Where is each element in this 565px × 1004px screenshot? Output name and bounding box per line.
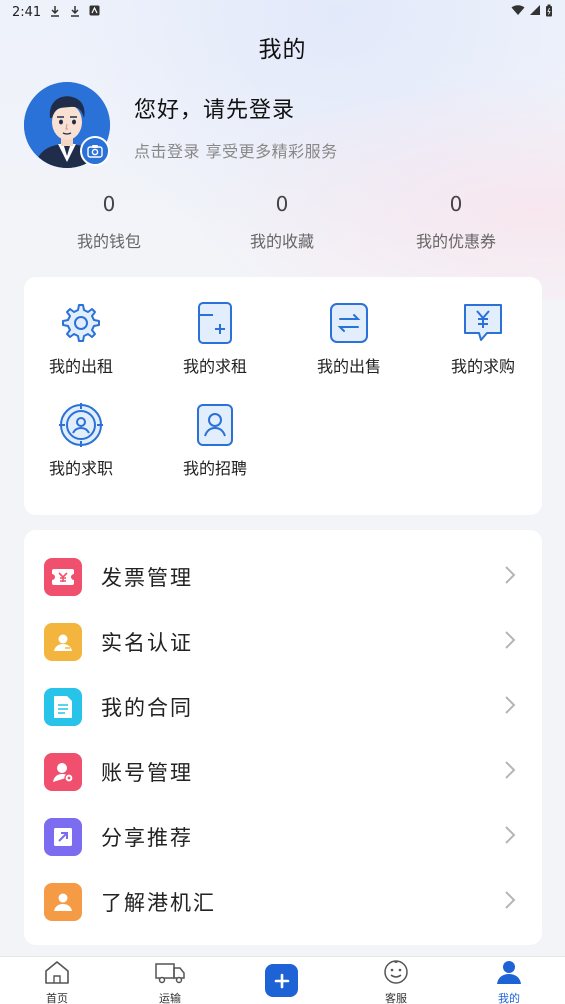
nav-transport[interactable]: 运输: [130, 959, 210, 1004]
camera-icon[interactable]: [80, 136, 110, 166]
menu-label: 我的合同: [101, 695, 193, 720]
contract-icon: [44, 687, 82, 726]
feature-sell[interactable]: 我的出售: [292, 299, 406, 377]
feature-label: 我的出租: [48, 357, 113, 376]
feature-rent-out[interactable]: 我的出租: [24, 299, 138, 377]
add-icon[interactable]: [265, 964, 298, 997]
user-icon: [469, 959, 549, 989]
wallet-stat[interactable]: 0 我的钱包: [44, 192, 174, 252]
feature-label: 我的求职: [48, 459, 113, 478]
stat-value: 0: [449, 192, 463, 216]
stat-label: 我的收藏: [249, 232, 314, 251]
menu-item-invoice[interactable]: 发票管理: [24, 544, 542, 609]
stat-value: 0: [275, 192, 289, 216]
login-subtitle[interactable]: 点击登录 享受更多精彩服务: [134, 138, 338, 162]
person-card-icon: [191, 401, 239, 449]
menu-label: 了解港机汇: [101, 890, 216, 915]
feature-grid-card: 我的出租 我的求租 我的出售 我的求购 我的求职 我的招聘: [24, 277, 542, 515]
feature-label: 我的求购: [450, 357, 515, 376]
nav-label: 我的: [498, 992, 520, 1004]
app-notification-icon: [89, 5, 100, 19]
favorites-stat[interactable]: 0 我的收藏: [217, 192, 347, 252]
menu-label: 分享推荐: [101, 825, 193, 850]
stat-value: 0: [102, 192, 116, 216]
nav-home[interactable]: 首页: [17, 959, 97, 1004]
feature-recruiting[interactable]: 我的招聘: [158, 401, 272, 479]
coupons-stat[interactable]: 0 我的优惠券: [391, 192, 521, 252]
about-icon: [44, 882, 82, 921]
menu-item-contract[interactable]: 我的合同: [24, 674, 542, 739]
menu-item-account[interactable]: 账号管理: [24, 739, 542, 804]
menu-item-about[interactable]: 了解港机汇: [24, 869, 542, 934]
nav-label: 首页: [46, 992, 68, 1004]
page-title: 我的: [258, 37, 307, 63]
chevron-right-icon: [504, 565, 516, 589]
feature-job-seeking[interactable]: 我的求职: [24, 401, 138, 479]
exchange-icon: [325, 299, 373, 347]
share-icon: [44, 817, 82, 856]
stat-label: 我的钱包: [76, 232, 141, 251]
stat-label: 我的优惠券: [415, 232, 496, 251]
chevron-right-icon: [504, 630, 516, 654]
person-target-icon: [57, 401, 105, 449]
chevron-right-icon: [504, 760, 516, 784]
home-icon: [17, 959, 97, 989]
battery-icon: [545, 4, 553, 21]
account-icon: [44, 752, 82, 791]
menu-label: 实名认证: [101, 630, 193, 655]
status-bar: 2:41: [0, 0, 565, 24]
menu-item-real-name[interactable]: 实名认证: [24, 609, 542, 674]
menu-label: 账号管理: [101, 760, 193, 785]
chevron-right-icon: [504, 890, 516, 914]
feature-label: 我的招聘: [182, 459, 247, 478]
add-document-icon: [191, 299, 239, 347]
feature-label: 我的出售: [316, 357, 381, 376]
nav-label: 运输: [159, 992, 181, 1004]
signal-icon: [529, 4, 541, 20]
chevron-right-icon: [504, 695, 516, 719]
download-icon: [69, 5, 81, 20]
download-icon: [49, 5, 61, 20]
feature-buy-wanted[interactable]: 我的求购: [426, 299, 540, 377]
profile-page: 2:41 我的 您好，请先登录 点击登录 享受更多精彩服务 0 我的钱包 0 我…: [0, 0, 565, 1004]
stats-row: 0 我的钱包 0 我的收藏 0 我的优惠券: [0, 192, 565, 262]
menu-label: 发票管理: [101, 565, 193, 590]
invoice-icon: [44, 557, 82, 596]
bottom-nav: 首页 运输 客服 我的: [0, 956, 565, 1004]
menu-item-share[interactable]: 分享推荐: [24, 804, 542, 869]
nav-label: 客服: [385, 992, 407, 1004]
service-icon: [356, 959, 436, 989]
menu-list-card: 发票管理 实名认证 我的合同 账号管理 分享推荐 了解港机汇: [24, 530, 542, 945]
chevron-right-icon: [504, 825, 516, 849]
login-prompt[interactable]: 您好，请先登录: [134, 92, 295, 124]
nav-service[interactable]: 客服: [356, 959, 436, 1004]
truck-icon: [130, 959, 210, 989]
id-card-icon: [44, 622, 82, 661]
nav-mine[interactable]: 我的: [469, 959, 549, 1004]
wifi-icon: [511, 4, 525, 20]
gear-icon: [57, 299, 105, 347]
feature-label: 我的求租: [182, 357, 247, 376]
yuan-chat-icon: [459, 299, 507, 347]
status-time: 2:41: [12, 4, 42, 20]
feature-rent-wanted[interactable]: 我的求租: [158, 299, 272, 377]
